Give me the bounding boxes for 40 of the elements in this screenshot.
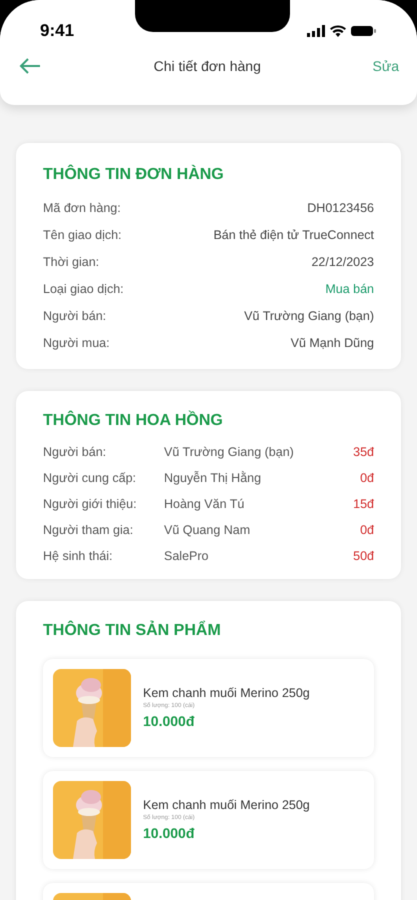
- field-value: Mua bán: [325, 281, 374, 298]
- commission-amount: 0đ: [360, 522, 374, 539]
- status-time: 9:41: [40, 20, 74, 42]
- field-value: Bán thẻ điện tử TrueConnect: [213, 227, 374, 244]
- edit-button[interactable]: Sửa: [372, 56, 399, 76]
- field-value: Vũ Trường Giang (bạn): [244, 308, 374, 326]
- signal-icon: [307, 24, 325, 36]
- wifi-icon: [330, 24, 346, 36]
- field-value: 22/12/2023: [311, 254, 374, 272]
- commission-amount: 15đ: [353, 496, 374, 513]
- role-label: Hệ sinh thái:: [43, 548, 114, 565]
- role-label: Người tham gia:: [43, 522, 134, 539]
- section-title: THÔNG TIN ĐƠN HÀNG: [43, 164, 225, 185]
- section-title: THÔNG TIN SẢN PHẨM: [43, 620, 222, 641]
- person-name: Nguyễn Thị Hằng: [164, 470, 262, 487]
- person-name: Hoàng Văn Tú: [164, 496, 246, 513]
- role-label: Người giới thiệu:: [43, 496, 138, 513]
- field-label: Thời gian:: [43, 254, 100, 272]
- person-name: Vũ Trường Giang (bạn): [164, 444, 295, 461]
- role-label: Người cung cấp:: [43, 470, 137, 487]
- person-name: SalePro: [164, 548, 210, 565]
- product-price: 10.000đ: [143, 712, 196, 732]
- battery-icon: [351, 24, 377, 36]
- product-name: Kem chanh muối Merino 250g: [143, 684, 310, 702]
- field-label: Người mua:: [43, 335, 110, 352]
- product-name: Kem chanh muối Merino 250g: [143, 796, 310, 814]
- product-price: 10.000đ: [143, 824, 196, 844]
- role-label: Người bán:: [43, 444, 108, 461]
- commission-amount: 0đ: [360, 470, 374, 487]
- field-label: Tên giao dịch:: [43, 227, 122, 244]
- field-label: Loại giao dịch:: [43, 281, 124, 298]
- field-label: Người bán:: [43, 308, 106, 326]
- section-title: THÔNG TIN HOA HỒNG: [43, 410, 224, 431]
- person-name: Vũ Quang Nam: [164, 522, 252, 539]
- commission-amount: 35đ: [353, 444, 374, 461]
- commission-amount: 50đ: [353, 548, 374, 565]
- page-title: Chi tiết đơn hàng: [154, 56, 261, 76]
- field-label: Mã đơn hàng:: [43, 200, 121, 218]
- field-value: DH0123456: [307, 200, 374, 218]
- field-value: Vũ Mạnh Dũng: [290, 335, 374, 352]
